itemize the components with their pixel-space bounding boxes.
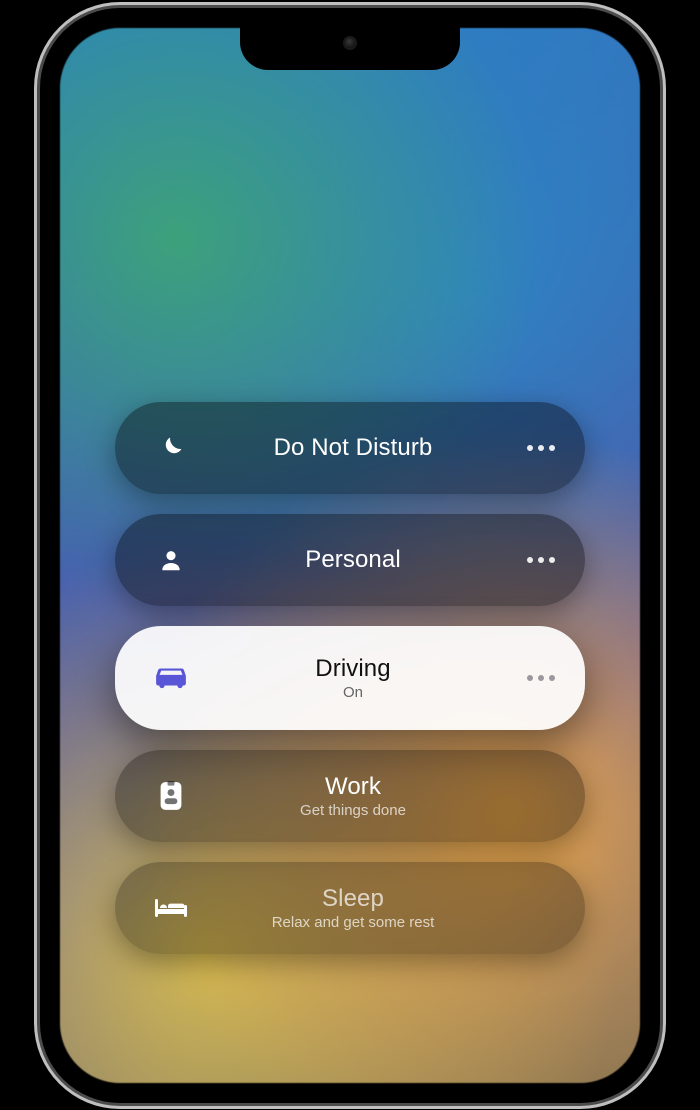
focus-item-do-not-disturb[interactable]: Do Not Disturb [115,402,585,494]
focus-item-subtitle: Get things done [300,802,406,819]
focus-item-subtitle: Relax and get some rest [272,914,435,931]
focus-item-work[interactable]: Work Get things done [115,750,585,842]
moon-icon [151,434,191,462]
notch [240,22,460,70]
car-icon [151,665,191,691]
phone-bezel: Do Not Disturb Personal [54,22,646,1089]
focus-item-sleep[interactable]: Sleep Relax and get some rest [115,862,585,954]
focus-item-title: Work [325,773,381,801]
bed-icon [151,896,191,920]
more-options-button[interactable] [515,445,555,451]
focus-mode-list: Do Not Disturb Personal [115,402,585,954]
more-options-button[interactable] [515,557,555,563]
focus-item-subtitle: On [343,684,363,701]
focus-item-text: Driving On [191,655,515,702]
focus-item-title: Driving [315,655,390,683]
badge-icon [151,781,191,811]
focus-item-title: Personal [305,546,401,574]
focus-item-text: Do Not Disturb [191,434,515,462]
person-icon [151,547,191,573]
focus-item-text: Personal [191,546,515,574]
focus-item-title: Sleep [322,885,384,913]
focus-item-title: Do Not Disturb [274,434,433,462]
front-camera [343,36,357,50]
focus-item-text: Work Get things done [191,773,515,820]
focus-item-text: Sleep Relax and get some rest [191,885,515,932]
focus-item-personal[interactable]: Personal [115,514,585,606]
more-options-button[interactable] [515,675,555,681]
phone-device-frame: Do Not Disturb Personal [40,8,660,1103]
focus-item-driving[interactable]: Driving On [115,626,585,730]
